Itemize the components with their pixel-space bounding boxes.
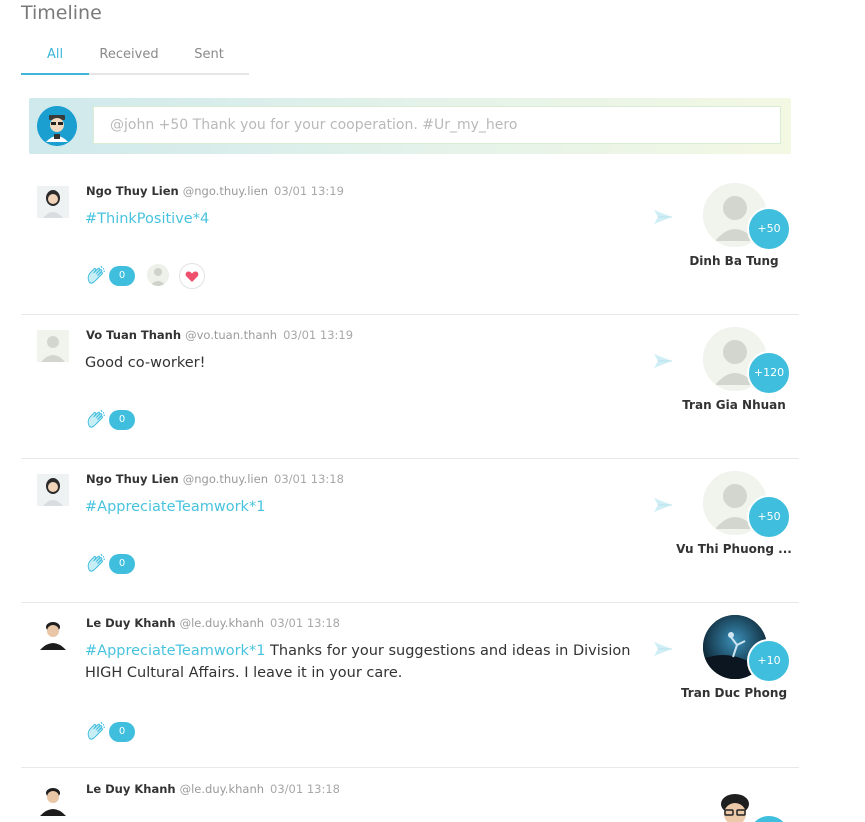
send-arrow-icon xyxy=(654,354,672,368)
post-reactions: 0 xyxy=(85,720,145,744)
receiver-name[interactable]: Tran Gia Nhuan xyxy=(671,398,797,412)
sender-handle[interactable]: @vo.tuan.thanh xyxy=(185,328,277,342)
points-badge: +50 xyxy=(747,495,791,539)
post-time: 03/01 13:19 xyxy=(274,184,344,198)
clapping-hands-icon[interactable] xyxy=(85,408,107,430)
post-header: Le Duy Khanh @le.duy.khanh 03/01 13:18 xyxy=(86,782,340,796)
sender-handle[interactable]: @ngo.thuy.lien xyxy=(183,472,268,486)
sender-avatar[interactable] xyxy=(37,186,69,218)
hashtag-link[interactable]: #AppreciateTeamwork*1 xyxy=(85,643,265,659)
clap-count: 0 xyxy=(109,722,135,742)
post-header: Le Duy Khanh @le.duy.khanh 03/01 13:18 xyxy=(86,616,340,630)
clapping-hands-icon[interactable] xyxy=(85,264,107,286)
timeline-post: Le Duy Khanh @le.duy.khanh 03/01 13:18 #Ap… xyxy=(21,602,799,768)
tab-all[interactable]: All xyxy=(21,47,89,75)
sender-name[interactable]: Le Duy Khanh xyxy=(86,782,176,796)
reactor-avatar[interactable] xyxy=(147,264,169,286)
receiver-name[interactable]: Tran Duc Phong xyxy=(671,686,797,700)
post-time: 03/01 13:19 xyxy=(283,328,354,342)
sender-avatar[interactable] xyxy=(37,474,69,506)
sender-avatar[interactable] xyxy=(37,784,69,816)
hashtag-link[interactable]: #ThinkPositive*4 xyxy=(85,211,209,227)
post-message: #AppreciateTeamwork*1 xyxy=(85,496,660,518)
post-time: 03/01 13:18 xyxy=(270,616,340,630)
clap-count: 0 xyxy=(109,266,135,286)
sender-avatar[interactable] xyxy=(37,330,69,362)
post-message: Good co-worker! xyxy=(85,355,206,371)
points-badge: +10 xyxy=(747,639,791,683)
sender-name[interactable]: Le Duy Khanh xyxy=(86,616,176,630)
receiver-name[interactable]: Vu Thi Phuong ... xyxy=(671,542,797,556)
sender-handle[interactable]: @le.duy.khanh xyxy=(180,782,264,796)
clapping-hands-icon[interactable] xyxy=(85,552,107,574)
clap-count: 0 xyxy=(109,410,135,430)
send-arrow-icon xyxy=(654,498,672,512)
timeline-post: Le Duy Khanh @le.duy.khanh 03/01 13:18 xyxy=(21,768,799,822)
send-arrow-icon xyxy=(654,210,672,224)
post-reactions: 0 xyxy=(85,552,145,576)
tab-sent[interactable]: Sent xyxy=(175,47,243,73)
post-header: Ngo Thuy Lien @ngo.thuy.lien 03/01 13:19 xyxy=(86,184,344,198)
tab-received[interactable]: Received xyxy=(89,47,169,73)
sender-name[interactable]: Vo Tuan Thanh xyxy=(86,328,181,342)
sender-handle[interactable]: @le.duy.khanh xyxy=(180,616,264,630)
timeline-post: Ngo Thuy Lien @ngo.thuy.lien 03/01 13:19 #… xyxy=(21,170,799,315)
post-message: #ThinkPositive*4 xyxy=(85,208,660,230)
heart-reaction-button[interactable] xyxy=(179,263,205,289)
sender-name[interactable]: Ngo Thuy Lien xyxy=(86,184,179,198)
post-time: 03/01 13:18 xyxy=(274,472,344,486)
timeline-post: Ngo Thuy Lien @ngo.thuy.lien 03/01 13:18 #… xyxy=(21,458,799,603)
post-header: Vo Tuan Thanh @vo.tuan.thanh 03/01 13:19 xyxy=(86,328,353,342)
heart-icon xyxy=(185,271,199,282)
hashtag-link[interactable]: #AppreciateTeamwork*1 xyxy=(85,499,265,515)
page-title: Timeline xyxy=(21,2,102,24)
send-arrow-icon xyxy=(654,642,672,656)
post-message: #AppreciateTeamwork*1 Thanks for your su… xyxy=(85,643,631,681)
clap-count: 0 xyxy=(109,554,135,574)
kudos-composer xyxy=(29,98,791,154)
receiver-name[interactable]: Dinh Ba Tung xyxy=(671,254,797,268)
points-badge: +50 xyxy=(747,207,791,251)
post-time: 03/01 13:18 xyxy=(270,782,340,796)
sender-handle[interactable]: @ngo.thuy.lien xyxy=(183,184,268,198)
post-reactions: 0 xyxy=(85,408,145,432)
timeline-post: Vo Tuan Thanh @vo.tuan.thanh 03/01 13:19 G… xyxy=(21,314,799,459)
timeline-tabs: All Received Sent xyxy=(21,47,249,75)
points-badge: +120 xyxy=(747,351,791,395)
current-user-avatar[interactable] xyxy=(37,106,77,146)
sender-avatar[interactable] xyxy=(37,618,69,650)
sender-name[interactable]: Ngo Thuy Lien xyxy=(86,472,179,486)
post-reactions: 0 xyxy=(85,263,215,289)
kudos-input[interactable] xyxy=(93,106,781,144)
post-header: Ngo Thuy Lien @ngo.thuy.lien 03/01 13:18 xyxy=(86,472,344,486)
clapping-hands-icon[interactable] xyxy=(85,720,107,742)
